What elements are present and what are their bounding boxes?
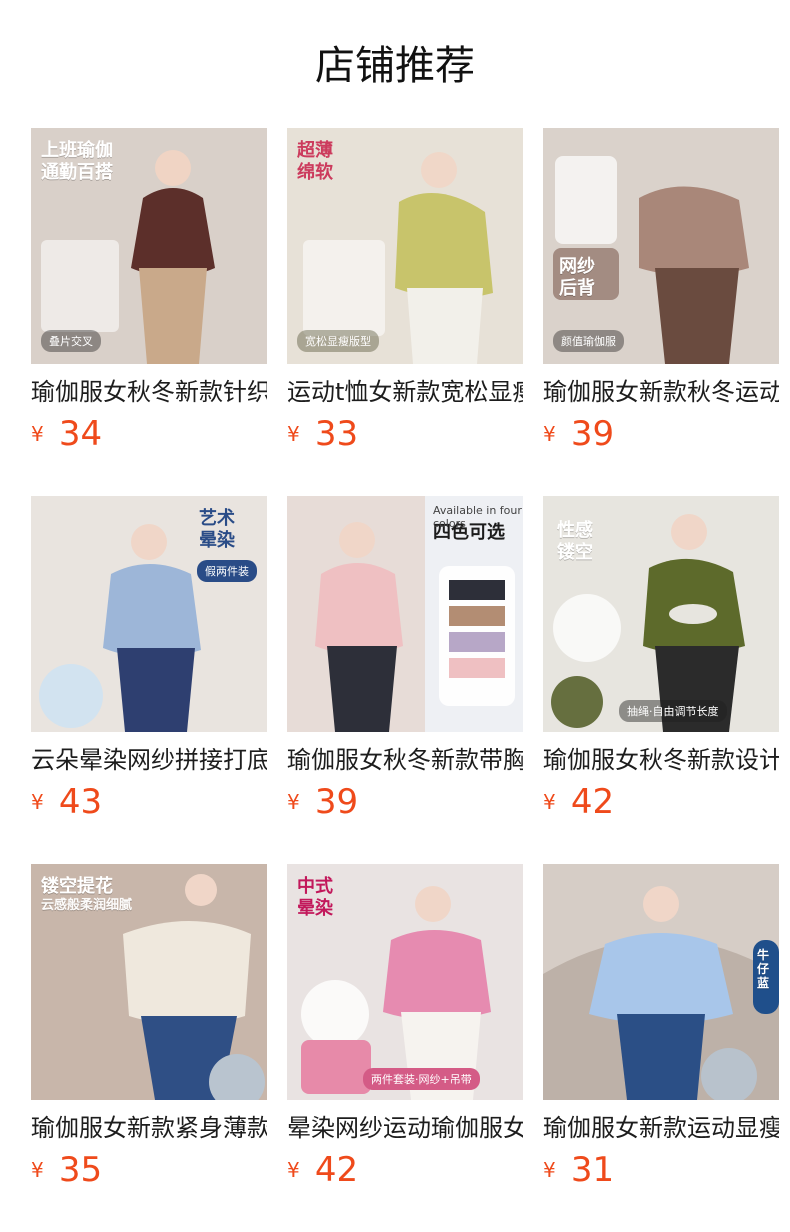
currency-symbol: ¥ xyxy=(287,422,300,446)
overlay-line-2: 晕染 xyxy=(297,898,333,919)
product-illustration xyxy=(543,128,779,364)
overlay-line-2: 云感般柔润细腻 xyxy=(41,898,133,913)
price-amount: 39 xyxy=(570,414,615,454)
product-image[interactable]: 性感 镂空 抽绳·自由调节长度 xyxy=(543,496,779,732)
product-overlay-text: 网纱 后背 xyxy=(559,256,619,300)
overlay-line-1: 上班瑜伽 xyxy=(41,140,113,161)
price-amount: 33 xyxy=(314,414,359,454)
product-tag: 抽绳·自由调节长度 xyxy=(619,700,727,722)
overlay-line-2: 绵软 xyxy=(297,162,333,183)
product-tag: 颜值瑜伽服 xyxy=(553,330,624,352)
product-overlay-text: 超薄 绵软 xyxy=(297,140,437,184)
overlay-line-1: 性感 xyxy=(557,520,593,541)
product-name[interactable]: 晕染网纱运动瑜伽服女 xyxy=(287,1112,523,1144)
overlay-line-2: 镂空 xyxy=(557,542,593,563)
currency-symbol: ¥ xyxy=(543,1158,556,1182)
overlay-line-2: 蓝 xyxy=(757,976,770,990)
product-price: ¥ 31 xyxy=(543,1150,614,1190)
product-price: ¥ 34 xyxy=(31,414,102,454)
product-image[interactable]: 镂空提花 云感般柔润细腻 xyxy=(31,864,267,1100)
product-price: ¥ 39 xyxy=(543,414,614,454)
currency-symbol: ¥ xyxy=(543,422,556,446)
product-price: ¥ 43 xyxy=(31,782,102,822)
price-amount: 43 xyxy=(58,782,103,822)
overlay-line-1: 网纱 xyxy=(559,256,595,277)
product-image[interactable]: 中式 晕染 两件套装·网纱+吊带 xyxy=(287,864,523,1100)
product-price: ¥ 39 xyxy=(287,782,358,822)
product-overlay-text: 艺术 晕染 xyxy=(199,508,259,552)
product-name[interactable]: 云朵晕染网纱拼接打底 xyxy=(31,744,267,776)
price-amount: 35 xyxy=(58,1150,103,1190)
currency-symbol: ¥ xyxy=(31,422,44,446)
price-amount: 42 xyxy=(570,782,615,822)
product-overlay-text: 镂空提花 云感般柔润细腻 xyxy=(41,876,181,914)
price-amount: 34 xyxy=(58,414,103,454)
product-image[interactable]: 网纱 后背 颜值瑜伽服 xyxy=(543,128,779,364)
product-image[interactable]: 牛仔 蓝 xyxy=(543,864,779,1100)
product-price: ¥ 35 xyxy=(31,1150,102,1190)
price-amount: 31 xyxy=(570,1150,615,1190)
currency-symbol: ¥ xyxy=(287,1158,300,1182)
product-name[interactable]: 瑜伽服女新款紧身薄款 xyxy=(31,1112,267,1144)
currency-symbol: ¥ xyxy=(543,790,556,814)
price-amount: 39 xyxy=(314,782,359,822)
product-image[interactable]: 艺术 晕染 假两件装 xyxy=(31,496,267,732)
overlay-line-2: 通勤百搭 xyxy=(41,162,113,183)
product-illustration xyxy=(543,864,779,1100)
product-overlay-text: 牛仔 蓝 xyxy=(757,948,777,990)
price-amount: 42 xyxy=(314,1150,359,1190)
product-tag: 叠片交叉 xyxy=(41,330,101,352)
page-title: 店铺推荐 xyxy=(315,43,475,89)
product-price: ¥ 42 xyxy=(287,1150,358,1190)
overlay-line-1: 中式 xyxy=(297,876,333,897)
product-name[interactable]: 瑜伽服女秋冬新款带胸垫 xyxy=(287,744,523,776)
product-grid: 上班瑜伽 通勤百搭 叠片交叉 瑜伽服女秋冬新款针织 ¥ 34 超薄 绵软 宽松显… xyxy=(31,128,790,1228)
overlay-line-1: 镂空提花 xyxy=(41,876,113,897)
product-name[interactable]: 瑜伽服女秋冬新款针织 xyxy=(31,376,267,408)
product-name[interactable]: 运动t恤女新款宽松显瘦 xyxy=(287,376,523,408)
product-image[interactable]: 上班瑜伽 通勤百搭 叠片交叉 xyxy=(31,128,267,364)
product-price: ¥ 42 xyxy=(543,782,614,822)
overlay-line-2: 晕染 xyxy=(199,530,235,551)
product-tag: 宽松显瘦版型 xyxy=(297,330,379,352)
product-tag: Available in four colors xyxy=(433,504,522,530)
product-overlay-text: 上班瑜伽 通勤百搭 xyxy=(41,140,181,184)
currency-symbol: ¥ xyxy=(31,790,44,814)
product-overlay-text: 性感 镂空 xyxy=(557,520,647,564)
overlay-line-1: 艺术 xyxy=(199,508,235,529)
product-price: ¥ 33 xyxy=(287,414,358,454)
overlay-line-2: 后背 xyxy=(559,278,595,299)
product-name[interactable]: 瑜伽服女新款运动显瘦 xyxy=(543,1112,779,1144)
overlay-line-1: 牛仔 xyxy=(757,948,770,976)
product-image[interactable]: 四色可选 Available in four colors xyxy=(287,496,523,732)
product-name[interactable]: 瑜伽服女秋冬新款设计感 xyxy=(543,744,779,776)
product-overlay-text: 中式 晕染 xyxy=(297,876,437,920)
overlay-line-1: 超薄 xyxy=(297,140,333,161)
currency-symbol: ¥ xyxy=(287,790,300,814)
currency-symbol: ¥ xyxy=(31,1158,44,1182)
product-tag: 两件套装·网纱+吊带 xyxy=(363,1068,480,1090)
product-image[interactable]: 超薄 绵软 宽松显瘦版型 xyxy=(287,128,523,364)
product-tag: 假两件装 xyxy=(197,560,257,582)
product-name[interactable]: 瑜伽服女新款秋冬运动 xyxy=(543,376,779,408)
